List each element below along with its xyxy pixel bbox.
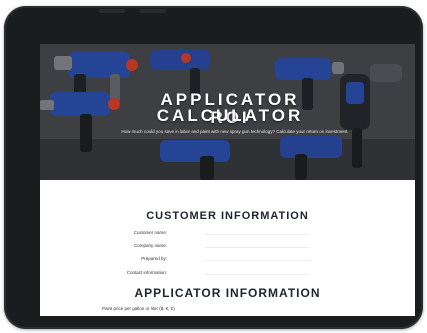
company-name-label: Company name: — [133, 243, 167, 248]
prepared-by-input[interactable] — [205, 254, 310, 261]
tablet-top-button — [99, 9, 125, 13]
contact-information-input[interactable] — [205, 268, 310, 275]
customer-name-label: Customer name: — [133, 230, 167, 235]
web-page: APPLICATOR ROI CALCULATOR How much could… — [40, 44, 415, 316]
hero-banner: APPLICATOR ROI CALCULATOR How much could… — [40, 44, 415, 180]
tablet-top-button — [140, 9, 166, 13]
applicator-info-heading: APPLICATOR INFORMATION — [134, 286, 321, 300]
hero-title-line2: CALCULATOR — [156, 106, 304, 125]
hero-subtitle: How much could you save in labor and pai… — [121, 129, 349, 134]
tablet-frame: APPLICATOR ROI CALCULATOR How much could… — [4, 6, 423, 329]
paint-price-label: Paint price per gallon or liter ($, €, £… — [102, 306, 175, 311]
company-name-input[interactable] — [205, 241, 310, 248]
customer-name-input[interactable] — [205, 228, 310, 235]
prepared-by-label: Prepared by: — [141, 256, 167, 261]
contact-information-label: Contact information: — [126, 270, 167, 275]
customer-info-heading: CUSTOMER INFORMATION — [146, 210, 309, 222]
